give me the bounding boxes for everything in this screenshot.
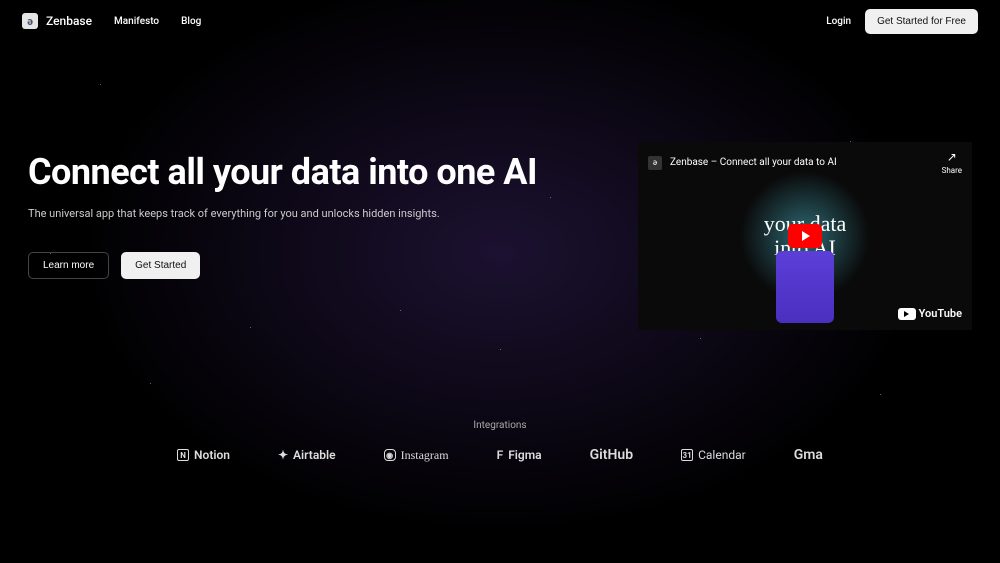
share-button[interactable]: ↗ Share bbox=[942, 150, 962, 175]
hero-content: Connect all your data into one AI The un… bbox=[28, 142, 598, 330]
integration-logos: N Notion ✦ Airtable ◉ Instagram F Figma … bbox=[0, 447, 1000, 463]
play-icon bbox=[802, 231, 810, 241]
nav-blog[interactable]: Blog bbox=[181, 16, 201, 27]
header: ə Zenbase Manifesto Blog Login Get Start… bbox=[0, 0, 1000, 42]
figma-icon: F bbox=[497, 448, 504, 462]
integration-gmail: Gma bbox=[794, 447, 823, 463]
get-started-button[interactable]: Get Started bbox=[121, 252, 200, 279]
logo-icon: ə bbox=[22, 13, 38, 29]
header-left: ə Zenbase Manifesto Blog bbox=[22, 13, 201, 29]
get-started-free-button[interactable]: Get Started for Free bbox=[865, 9, 978, 34]
github-label: GitHub bbox=[590, 447, 633, 463]
integration-airtable: ✦ Airtable bbox=[278, 448, 336, 462]
youtube-badge[interactable]: YouTube bbox=[898, 307, 962, 320]
hero-buttons: Learn more Get Started bbox=[28, 252, 598, 279]
hero-title: Connect all your data into one AI bbox=[28, 152, 598, 193]
notion-label: Notion bbox=[194, 448, 230, 462]
share-label: Share bbox=[942, 166, 962, 175]
share-icon: ↗ bbox=[947, 150, 957, 164]
integration-calendar: 31 Calendar bbox=[681, 448, 746, 462]
video-avatar-icon: ə bbox=[648, 156, 662, 170]
integrations-label: Integrations bbox=[0, 420, 1000, 431]
play-button[interactable] bbox=[788, 224, 822, 248]
video-embed[interactable]: ə Zenbase – Connect all your data to AI … bbox=[638, 142, 972, 330]
notion-icon: N bbox=[177, 449, 189, 461]
airtable-icon: ✦ bbox=[278, 448, 288, 462]
integrations-section: Integrations N Notion ✦ Airtable ◉ Insta… bbox=[0, 420, 1000, 463]
integration-notion: N Notion bbox=[177, 448, 230, 462]
integration-instagram: ◉ Instagram bbox=[384, 448, 449, 463]
airtable-label: Airtable bbox=[293, 448, 336, 462]
hero-section: Connect all your data into one AI The un… bbox=[0, 42, 1000, 330]
video-card-graphic bbox=[776, 251, 834, 323]
video-header: ə Zenbase – Connect all your data to AI … bbox=[638, 142, 972, 183]
youtube-icon bbox=[898, 308, 916, 320]
instagram-icon: ◉ bbox=[384, 449, 396, 461]
logo[interactable]: ə Zenbase bbox=[22, 13, 92, 29]
video-title-group: ə Zenbase – Connect all your data to AI bbox=[648, 156, 837, 170]
calendar-label: Calendar bbox=[698, 448, 746, 462]
calendar-icon: 31 bbox=[681, 449, 693, 461]
nav-manifesto[interactable]: Manifesto bbox=[114, 16, 159, 27]
youtube-label: YouTube bbox=[919, 307, 962, 320]
integration-figma: F Figma bbox=[497, 448, 542, 462]
video-title: Zenbase – Connect all your data to AI bbox=[670, 157, 837, 168]
hero-subtitle: The universal app that keeps track of ev… bbox=[28, 207, 598, 220]
figma-label: Figma bbox=[508, 448, 541, 462]
instagram-label: Instagram bbox=[401, 448, 449, 463]
header-right: Login Get Started for Free bbox=[826, 9, 978, 34]
learn-more-button[interactable]: Learn more bbox=[28, 252, 109, 279]
logo-text: Zenbase bbox=[46, 14, 92, 28]
integration-github: GitHub bbox=[590, 447, 633, 463]
gmail-label: Gma bbox=[794, 447, 823, 463]
login-link[interactable]: Login bbox=[826, 16, 851, 27]
